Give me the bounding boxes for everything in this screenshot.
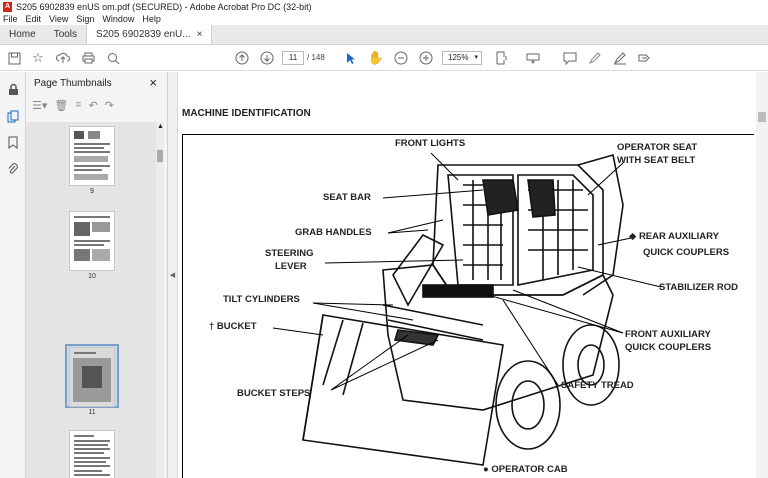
zoom-value: 125% [448, 53, 469, 62]
scroll-up-icon[interactable]: ▲ [157, 123, 164, 130]
label-bucket-steps: BUCKET STEPS [237, 388, 311, 399]
bookmark-star-icon[interactable]: ☆ [30, 50, 46, 66]
scrollbar-thumb[interactable] [157, 150, 163, 162]
label-front-lights: FRONT LIGHTS [395, 138, 466, 149]
acrobat-icon: A [3, 1, 12, 12]
highlight-pen-icon[interactable] [587, 50, 603, 66]
document-scrollbar[interactable] [756, 72, 768, 478]
tab-home[interactable]: Home [0, 25, 45, 44]
section-title: MACHINE IDENTIFICATION [182, 108, 311, 119]
tab-tools-label: Tools [53, 29, 78, 40]
tab-document[interactable]: S205 6902839 enU... × [86, 25, 213, 44]
label-seat-bar: SEAT BAR [323, 192, 371, 203]
tab-document-label: S205 6902839 enU... [96, 29, 191, 40]
thumbnail-label: 11 [88, 409, 96, 416]
page-thumbnail-10[interactable] [69, 211, 115, 271]
label-grab-handles: GRAB HANDLES [295, 227, 372, 238]
document-view[interactable]: MACHINE IDENTIFICATION FRONT LIGHTS OPER… [178, 72, 768, 478]
delete-page-icon[interactable]: 🗑 [54, 99, 68, 115]
label-bucket: † BUCKET [209, 321, 257, 332]
label-seat-belt: WITH SEAT BELT [617, 155, 696, 166]
comment-icon[interactable] [562, 50, 578, 66]
menu-sign[interactable]: Sign [76, 14, 94, 24]
label-safety-tread: SAFETY TREAD [561, 380, 634, 391]
label-rear-quick-couplers: QUICK COUPLERS [643, 247, 730, 258]
page-thumbnail-9[interactable] [69, 126, 115, 186]
print-icon[interactable] [80, 50, 96, 66]
search-zoom-icon[interactable] [105, 50, 121, 66]
attachment-icon[interactable] [6, 162, 20, 176]
scrollbar-thumb[interactable] [758, 112, 766, 122]
label-front-quick-couplers: QUICK COUPLERS [625, 342, 712, 353]
fit-page-icon[interactable] [493, 50, 509, 66]
rotate-right-icon[interactable]: ↷ [105, 99, 114, 115]
label-rear-auxiliary: ◆ REAR AUXILIARY [629, 231, 719, 242]
label-operator-seat: OPERATOR SEAT [617, 142, 698, 153]
page-thumbnails-icon[interactable] [6, 109, 20, 123]
thumbnail-list[interactable]: 9 10 11 [26, 122, 158, 478]
page-thumbnail-12[interactable] [69, 430, 115, 478]
thumbnail-label: 9 [90, 188, 94, 195]
zoom-out-icon[interactable] [393, 50, 409, 66]
left-nav-rail [0, 72, 26, 478]
page-thumbnails-panel: Page Thumbnails × ☰▾ 🗑 ⌗ ↶ ↷ 9 10 11 ▲ [26, 72, 168, 478]
tab-bar: Home Tools S205 6902839 enU... × [0, 25, 768, 45]
label-steering: STEERING [265, 248, 314, 259]
panel-close-icon[interactable]: × [149, 75, 157, 90]
lock-icon[interactable] [6, 82, 20, 96]
page-total: / 148 [307, 53, 325, 62]
hand-tool-icon[interactable]: ✋ [368, 50, 384, 66]
zoom-select[interactable]: 125% ▾ [442, 51, 482, 65]
keyboard-icon[interactable] [525, 50, 541, 66]
label-stabilizer-rod: STABILIZER ROD [659, 282, 738, 293]
label-lever: LEVER [275, 261, 307, 272]
label-tilt-cylinders: TILT CYLINDERS [223, 294, 300, 305]
page-up-icon[interactable] [234, 50, 250, 66]
toolbar: ☆ 11 / 148 ✋ 125% ▾ [0, 45, 768, 71]
chevron-down-icon: ▾ [474, 54, 478, 61]
save-icon[interactable] [6, 50, 22, 66]
menu-edit[interactable]: Edit [26, 14, 42, 24]
sign-icon[interactable] [612, 50, 628, 66]
page-down-icon[interactable] [259, 50, 275, 66]
collapse-panel-handle[interactable]: ◀ [168, 72, 178, 478]
thumbnail-tools: ☰▾ 🗑 ⌗ ↶ ↷ [32, 99, 114, 115]
thumbnail-options-icon[interactable]: ☰▾ [32, 99, 47, 115]
title-bar: A S205 6902839 enUS om.pdf (SECURED) - A… [0, 0, 768, 13]
upload-cloud-icon[interactable] [55, 50, 71, 66]
close-tab-icon[interactable]: × [197, 29, 203, 40]
label-operator-cab: ● OPERATOR CAB [483, 464, 568, 475]
page-number-input[interactable]: 11 [282, 51, 304, 65]
thumbnail-label: 10 [88, 273, 96, 280]
crop-page-icon[interactable]: ⌗ [75, 99, 81, 115]
zoom-in-icon[interactable] [418, 50, 434, 66]
menu-file[interactable]: File [3, 14, 18, 24]
bookmark-icon[interactable] [6, 135, 20, 149]
menu-bar: File Edit View Sign Window Help [0, 13, 768, 25]
menu-help[interactable]: Help [142, 14, 161, 24]
label-front-auxiliary: FRONT AUXILIARY [625, 329, 711, 340]
tab-tools[interactable]: Tools [45, 25, 86, 44]
machine-figure: FRONT LIGHTS OPERATOR SEAT WITH SEAT BEL… [182, 134, 754, 478]
thumbnail-scrollbar[interactable]: ▲ [156, 122, 164, 478]
tab-home-label: Home [9, 29, 36, 40]
menu-view[interactable]: View [49, 14, 68, 24]
share-icon[interactable] [636, 50, 652, 66]
menu-window[interactable]: Window [102, 14, 134, 24]
page-thumbnail-11[interactable] [69, 347, 115, 407]
rotate-left-icon[interactable]: ↶ [89, 99, 98, 115]
skid-steer-illustration [272, 152, 662, 466]
window-title: S205 6902839 enUS om.pdf (SECURED) - Ado… [16, 1, 312, 12]
select-cursor-icon[interactable] [343, 50, 359, 66]
panel-title: Page Thumbnails [34, 78, 112, 89]
